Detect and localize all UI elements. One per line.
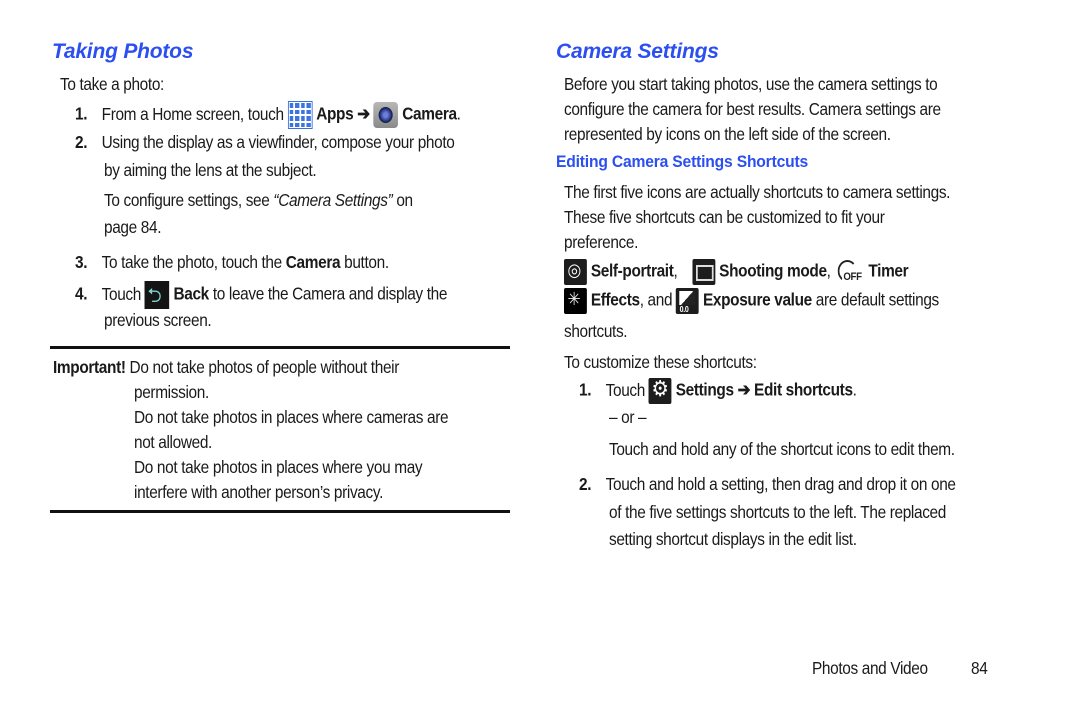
important-line: permission.: [134, 382, 209, 402]
step-3: 3. To take the photo, touch the Camera b…: [75, 252, 389, 273]
effects-icon: [564, 288, 587, 314]
shooting-mode-label: Shooting mode: [719, 260, 827, 281]
step-text: button.: [344, 252, 389, 272]
paragraph-line: preference.: [564, 232, 639, 252]
step-text: Touch: [605, 379, 646, 400]
important-line: interfere with another person’s privacy.: [134, 482, 383, 502]
shortcuts-line-1: Self-portrait, Shooting mode, Timer: [564, 258, 909, 286]
important-line: Do not take photos in places where you m…: [134, 457, 423, 477]
camera-app-icon: [373, 102, 399, 128]
subheading-editing-shortcuts: Editing Camera Settings Shortcuts: [556, 152, 809, 171]
step-number: 2.: [75, 132, 88, 152]
intro-line: represented by icons on the left side of…: [564, 124, 891, 144]
arrow-icon: ➔: [357, 103, 370, 124]
step-2-line: setting shortcut displays in the edit li…: [609, 529, 857, 549]
step-text: Using the display as a viewfinder, compo…: [101, 132, 455, 152]
effects-label: Effects: [590, 289, 640, 310]
step-text: From a Home screen, touch: [101, 103, 284, 124]
important-line: not allowed.: [134, 432, 212, 452]
step-number: 1.: [75, 103, 88, 124]
important-note: Important! Do not take photos of people …: [53, 357, 399, 378]
section-heading-camera-settings: Camera Settings: [556, 40, 719, 63]
back-icon: [144, 281, 170, 315]
step-1: 1. From a Home screen, touch Apps ➔ Came…: [75, 101, 461, 129]
self-portrait-icon: [564, 259, 587, 285]
camera-label: Camera: [402, 103, 457, 124]
step-4-line-2: previous screen.: [104, 310, 212, 330]
important-label: Important!: [53, 357, 126, 377]
shooting-mode-icon: [692, 259, 716, 285]
timer-label: Timer: [868, 260, 909, 281]
intro-line: configure the camera for best results. C…: [564, 99, 941, 119]
divider-bottom: [50, 510, 510, 513]
important-line: Do not take photos in places where camer…: [134, 407, 449, 427]
footer-section-title: Photos and Video: [812, 658, 928, 678]
settings-path-label: Settings ➔ Edit shortcuts: [675, 379, 853, 400]
self-portrait-label: Self-portrait: [590, 260, 674, 281]
settings-note-line-2: page 84.: [104, 217, 162, 237]
step-text: Touch and hold a setting, then drag and …: [605, 474, 956, 494]
conjunction: , and: [639, 289, 673, 310]
step-number: 3.: [75, 252, 88, 272]
customize-step-2: 2. Touch and hold a setting, then drag a…: [579, 474, 956, 495]
alternative-text: Touch and hold any of the shortcut icons…: [609, 439, 955, 459]
punctuation: .: [456, 103, 461, 124]
exposure-value-label: Exposure value: [702, 289, 812, 310]
step-4: 4. Touch Back to leave the Camera and di…: [75, 281, 448, 315]
step-2: 2. Using the display as a viewfinder, co…: [75, 132, 455, 153]
cross-reference-link[interactable]: “Camera Settings”: [273, 190, 392, 210]
step-2-line: of the five settings shortcuts to the le…: [609, 502, 946, 522]
settings-gear-icon: [648, 377, 672, 404]
punctuation: ,: [673, 260, 678, 281]
exposure-value-icon: [676, 288, 700, 314]
step-text: to leave the Camera and display the: [212, 283, 448, 304]
paragraph-line: The first five icons are actually shortc…: [564, 182, 951, 202]
paragraph-line: These five shortcuts can be customized t…: [564, 207, 885, 227]
step-number: 1.: [579, 379, 592, 400]
step-text: Touch: [101, 283, 142, 304]
punctuation: .: [852, 379, 857, 400]
step-number: 4.: [75, 283, 88, 304]
customize-step-1: 1. Touch Settings ➔ Edit shortcuts.: [579, 377, 857, 404]
intro-text: To take a photo:: [60, 74, 164, 94]
note-text: To configure settings, see: [104, 190, 270, 210]
section-heading-taking-photos: Taking Photos: [52, 40, 194, 63]
apps-label: Apps: [316, 103, 354, 124]
page-number: 84: [971, 658, 988, 678]
timer-off-icon: [835, 258, 865, 286]
settings-note: To configure settings, see “Camera Setti…: [104, 190, 413, 211]
apps-icon: [287, 101, 313, 129]
camera-button-label: Camera: [285, 252, 341, 272]
step-2-line-2: by aiming the lens at the subject.: [104, 160, 317, 180]
note-text: on: [396, 190, 413, 210]
important-line: Do not take photos of people without the…: [129, 357, 400, 377]
punctuation: ,: [826, 260, 831, 281]
back-label: Back: [173, 283, 209, 304]
intro-line: Before you start taking photos, use the …: [564, 74, 938, 94]
step-text: To take the photo, touch the: [101, 252, 283, 272]
shortcuts-line-2: Effects, and Exposure value are default …: [564, 288, 939, 314]
customize-intro: To customize these shortcuts:: [564, 352, 757, 372]
step-number: 2.: [579, 474, 592, 494]
divider-top: [50, 346, 510, 349]
shortcuts-text: are default settings: [815, 289, 939, 310]
shortcuts-line-3: shortcuts.: [564, 321, 628, 341]
or-separator: – or –: [609, 407, 647, 427]
